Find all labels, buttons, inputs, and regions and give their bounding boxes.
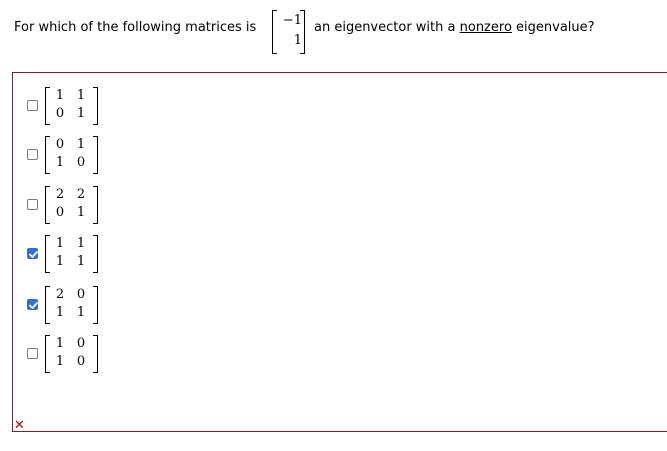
question-vector: −1 1 xyxy=(272,8,308,56)
checkbox[interactable] xyxy=(27,100,38,111)
option-matrix: 0110 xyxy=(45,134,101,178)
question-text-middle: an eigenvector with a xyxy=(314,20,456,35)
matrix-right-bracket xyxy=(93,186,98,224)
checkbox[interactable] xyxy=(27,149,38,160)
matrix-entry: 1 xyxy=(76,88,86,103)
checkbox[interactable] xyxy=(27,348,38,359)
option-matrix: 1010 xyxy=(45,333,101,377)
question-text-start: For which of the following matrices is xyxy=(14,20,257,35)
matrix-entry: 0 xyxy=(76,354,86,369)
matrix-entry: 1 xyxy=(55,336,65,351)
option-matrix: 1101 xyxy=(45,85,101,129)
matrix-entry: 1 xyxy=(55,88,65,103)
answer-option[interactable]: 0110 xyxy=(27,134,147,178)
matrix-right-bracket xyxy=(93,136,98,174)
matrix-entry: 1 xyxy=(76,137,86,152)
option-matrix: 1111 xyxy=(45,233,101,277)
incorrect-icon: ✕ xyxy=(14,418,25,433)
question-prompt: For which of the following matrices is −… xyxy=(14,8,664,58)
matrix-right-bracket xyxy=(93,87,98,125)
vector-right-bracket xyxy=(300,10,305,54)
matrix-left-bracket xyxy=(45,186,50,224)
matrix-left-bracket xyxy=(45,87,50,125)
matrix-entry: 1 xyxy=(55,305,65,320)
matrix-left-bracket xyxy=(45,136,50,174)
question-text-after: eigenvalue? xyxy=(516,20,595,35)
matrix-entry: 2 xyxy=(55,187,65,202)
answer-option[interactable]: 1111 xyxy=(27,233,147,277)
matrix-left-bracket xyxy=(45,335,50,373)
matrix-entry: 0 xyxy=(55,106,65,121)
answer-option[interactable]: 2011 xyxy=(27,284,147,328)
checkbox-checked[interactable] xyxy=(27,299,38,310)
matrix-right-bracket xyxy=(93,335,98,373)
matrix-entry: 1 xyxy=(55,236,65,251)
matrix-entry: 1 xyxy=(55,254,65,269)
matrix-entry: 1 xyxy=(76,254,86,269)
matrix-left-bracket xyxy=(45,235,50,273)
matrix-entry: 1 xyxy=(55,155,65,170)
checkbox[interactable] xyxy=(27,199,38,210)
option-matrix: 2011 xyxy=(45,284,101,328)
matrix-entry: 1 xyxy=(76,106,86,121)
checkmark-icon xyxy=(29,302,38,309)
matrix-entry: 2 xyxy=(55,287,65,302)
vector-left-bracket xyxy=(272,10,277,54)
answer-option[interactable]: 1010 xyxy=(27,333,147,377)
matrix-entry: 1 xyxy=(55,354,65,369)
matrix-entry: 0 xyxy=(76,287,86,302)
answer-option[interactable]: 2201 xyxy=(27,184,147,228)
matrix-entry: 2 xyxy=(76,187,86,202)
checkbox-checked[interactable] xyxy=(27,248,38,259)
answer-option[interactable]: 1101 xyxy=(27,85,147,129)
checkmark-icon xyxy=(29,251,38,258)
question-text-end: an eigenvector with a nonzero eigenvalue… xyxy=(314,20,595,35)
matrix-entry: 1 xyxy=(76,305,86,320)
option-matrix: 2201 xyxy=(45,184,101,228)
matrix-entry: 1 xyxy=(76,236,86,251)
matrix-entry: 0 xyxy=(76,336,86,351)
matrix-entry: 1 xyxy=(76,205,86,220)
matrix-right-bracket xyxy=(93,235,98,273)
matrix-entry: 0 xyxy=(55,205,65,220)
matrix-right-bracket xyxy=(93,286,98,324)
matrix-entry: 0 xyxy=(55,137,65,152)
vector-entry: 1 xyxy=(293,33,302,48)
vector-entry: −1 xyxy=(282,13,302,28)
question-text-underlined: nonzero xyxy=(459,20,512,35)
matrix-left-bracket xyxy=(45,286,50,324)
matrix-entry: 0 xyxy=(76,155,86,170)
